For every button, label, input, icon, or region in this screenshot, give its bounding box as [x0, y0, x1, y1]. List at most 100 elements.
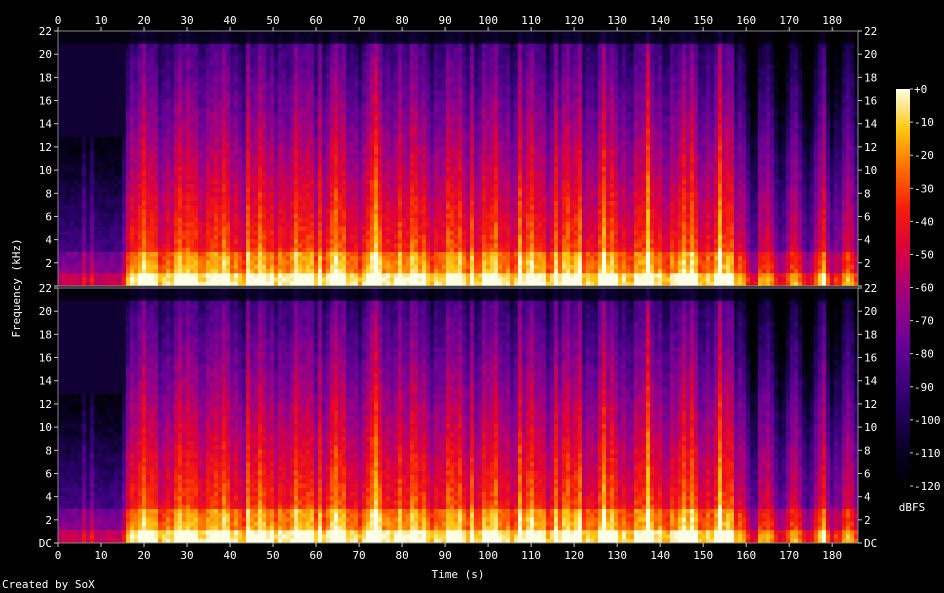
spectrogram-cell	[362, 248, 366, 253]
spectrogram-cell	[130, 180, 134, 185]
spectrogram-cell	[62, 108, 66, 113]
spectrogram-cell	[334, 142, 338, 147]
spectrogram-cell	[298, 69, 302, 74]
spectrogram-cell	[374, 269, 378, 274]
spectrogram-cell	[242, 252, 246, 257]
spectrogram-cell	[382, 159, 386, 164]
spectrogram-cell	[314, 222, 318, 227]
spectrogram-cell	[154, 244, 158, 249]
spectrogram-cell	[234, 222, 238, 227]
spectrogram-cell	[366, 52, 370, 57]
spectrogram-cell	[278, 201, 282, 206]
spectrogram-cell	[254, 218, 258, 223]
spectrogram-cell	[326, 265, 330, 270]
spectrogram-cell	[82, 69, 86, 74]
spectrogram-cell	[214, 150, 218, 155]
spectrogram-cell	[106, 57, 110, 62]
spectrogram-cell	[202, 222, 206, 227]
spectrogram-cell	[274, 244, 278, 249]
spectrogram-cell	[294, 265, 298, 270]
spectrogram-cell	[78, 112, 82, 117]
spectrogram-cell	[366, 244, 370, 249]
spectrogram-cell	[358, 218, 362, 223]
spectrogram-cell	[194, 65, 198, 70]
spectrogram-cell	[350, 95, 354, 100]
spectrogram-cell	[206, 261, 210, 266]
spectrogram-cell	[234, 65, 238, 70]
spectrogram-cell	[190, 108, 194, 113]
spectrogram-cell	[386, 86, 390, 91]
spectrogram-cell	[158, 61, 162, 66]
spectrogram-cell	[274, 146, 278, 151]
spectrogram-cell	[362, 57, 366, 62]
spectrogram-cell	[82, 273, 86, 278]
spectrogram-cell	[66, 269, 70, 274]
spectrogram-cell	[318, 91, 322, 96]
spectrogram-cell	[74, 44, 78, 49]
spectrogram-cell	[86, 184, 90, 189]
spectrogram-cell	[346, 82, 350, 87]
spectrogram-cell	[86, 48, 90, 53]
spectrogram-cell	[254, 150, 258, 155]
spectrogram-cell	[90, 248, 94, 253]
spectrogram-cell	[94, 99, 98, 104]
spectrogram-cell	[142, 57, 146, 62]
spectrogram-cell	[62, 95, 66, 100]
spectrogram-cell	[326, 146, 330, 151]
spectrogram-cell	[246, 125, 250, 130]
spectrogram-cell	[282, 193, 286, 198]
spectrogram-cell	[326, 171, 330, 176]
spectrogram-cell	[302, 91, 306, 96]
spectrogram-cell	[166, 125, 170, 130]
spectrogram-cell	[306, 256, 310, 261]
spectrogram-cell	[202, 48, 206, 53]
spectrogram-cell	[366, 78, 370, 83]
spectrogram-cell	[154, 227, 158, 232]
spectrogram-cell	[362, 116, 366, 121]
spectrogram-cell	[122, 65, 126, 70]
spectrogram-cell	[386, 108, 390, 113]
spectrogram-cell	[326, 108, 330, 113]
spectrogram-cell	[234, 112, 238, 117]
spectrogram-cell	[286, 150, 290, 155]
spectrogram-cell	[66, 57, 70, 62]
spectrogram-cell	[166, 129, 170, 134]
spectrogram-cell	[362, 112, 366, 117]
spectrogram-cell	[306, 180, 310, 185]
spectrogram-cell	[358, 103, 362, 108]
spectrogram-cell	[138, 82, 142, 87]
spectrogram-cell	[386, 129, 390, 134]
spectrogram-cell	[94, 44, 98, 49]
spectrogram-cell	[190, 44, 194, 49]
spectrogram-cell	[234, 133, 238, 138]
spectrogram-cell	[378, 210, 382, 215]
spectrogram-cell	[354, 222, 358, 227]
spectrogram-cell	[170, 273, 174, 278]
spectrogram-cell	[230, 231, 234, 236]
spectrogram-cell	[246, 91, 250, 96]
spectrogram-cell	[182, 239, 186, 244]
spectrogram-cell	[170, 142, 174, 147]
spectrogram-cell	[282, 256, 286, 261]
spectrogram-cell	[358, 125, 362, 130]
spectrogram-cell	[346, 231, 350, 236]
spectrogram-cell	[358, 112, 362, 117]
spectrogram-cell	[230, 52, 234, 57]
spectrogram-cell	[118, 218, 122, 223]
spectrogram-cell	[254, 210, 258, 215]
spectrogram-cell	[130, 235, 134, 240]
spectrogram-cell	[86, 112, 90, 117]
spectrogram-cell	[126, 112, 130, 117]
spectrogram-cell	[302, 69, 306, 74]
spectrogram-cell	[258, 239, 262, 244]
spectrogram-cell	[370, 214, 374, 219]
spectrogram-cell	[90, 120, 94, 125]
spectrogram-cell	[186, 227, 190, 232]
spectrogram-cell	[118, 74, 122, 79]
spectrogram-cell	[366, 201, 370, 206]
spectrogram-cell	[106, 35, 110, 40]
spectrogram-cell	[110, 154, 114, 159]
spectrogram-cell	[194, 95, 198, 100]
spectrogram-cell	[286, 188, 290, 193]
spectrogram-cell	[226, 52, 230, 57]
